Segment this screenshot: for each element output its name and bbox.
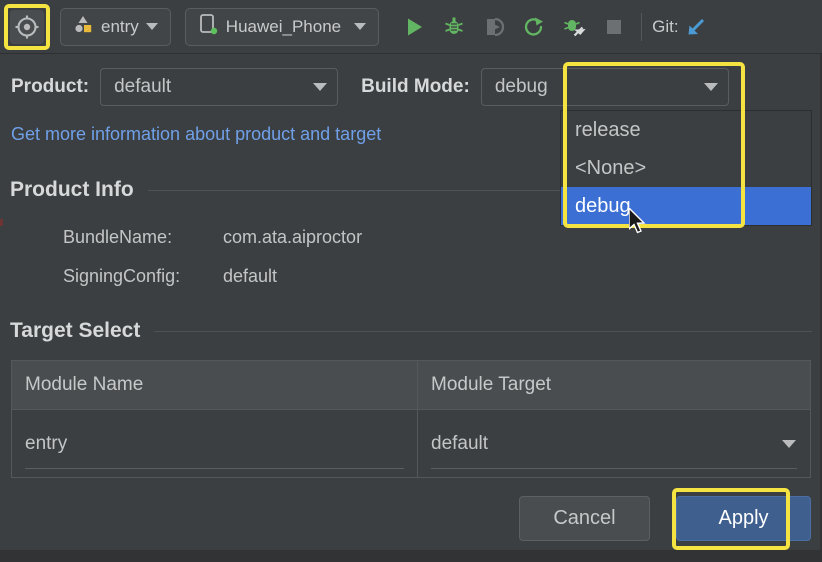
signing-config-row: SigningConfig: default — [63, 266, 277, 287]
module-target-value: default — [431, 432, 489, 454]
attach-debugger-button[interactable] — [557, 10, 591, 44]
chevron-down-icon[interactable] — [313, 83, 328, 91]
table-row[interactable]: entry default — [12, 410, 810, 477]
refresh-arrow-icon — [524, 17, 544, 36]
product-label: Product: — [11, 76, 90, 97]
dropdown-option-none[interactable]: <None> — [561, 149, 811, 187]
chevron-down-icon[interactable] — [703, 83, 718, 91]
target-crosshair-icon[interactable] — [10, 9, 44, 44]
bundle-name-value: com.ata.aiproctor — [223, 227, 363, 247]
bundle-name-row: BundleName: com.ata.aiproctor — [63, 227, 362, 248]
target-selector-button[interactable] — [0, 0, 54, 54]
module-name-value: entry — [25, 432, 68, 454]
target-select-table: Module Name Module Target entry default — [11, 360, 811, 478]
build-mode-label: Build Mode: — [361, 76, 470, 97]
coverage-shield-icon — [487, 17, 505, 36]
column-header-module-target: Module Target — [417, 361, 810, 409]
module-entry-icon — [72, 13, 94, 40]
module-selector-combo[interactable]: entry — [60, 7, 171, 46]
section-divider — [154, 330, 812, 332]
cell-underline — [25, 468, 404, 469]
git-update-button[interactable] — [679, 10, 713, 44]
apply-button[interactable]: Apply — [676, 496, 811, 541]
build-mode-dropdown-list: release <None> debug — [560, 110, 812, 226]
build-mode-select-value: debug — [494, 76, 548, 97]
stop-square-icon — [607, 19, 622, 34]
bug-attach-icon — [564, 19, 586, 36]
cancel-button[interactable]: Cancel — [519, 496, 650, 541]
cell-module-name: entry — [12, 410, 417, 477]
run-button[interactable] — [397, 10, 431, 44]
product-build-mode-row: Product: default Build Mode: debug — [0, 62, 822, 112]
build-mode-select[interactable]: debug — [480, 68, 729, 106]
bundle-name-key: BundleName: — [63, 227, 173, 247]
toolbar-divider — [641, 12, 643, 41]
product-info-title: Product Info — [10, 178, 134, 201]
mouse-cursor — [628, 206, 649, 243]
debug-button[interactable] — [437, 10, 471, 44]
module-selector-label: entry — [101, 16, 139, 36]
product-select-value: default — [114, 76, 172, 97]
main-toolbar: entry Huawei_Phone Git: — [0, 0, 822, 54]
phone-device-icon — [197, 12, 219, 41]
dropdown-option-debug[interactable]: debug — [561, 187, 811, 225]
device-selector-combo[interactable]: Huawei_Phone — [184, 7, 380, 46]
rerun-button[interactable] — [517, 10, 551, 44]
bug-icon — [445, 17, 463, 34]
device-selector-label: Huawei_Phone — [225, 16, 342, 36]
chevron-down-icon[interactable] — [145, 23, 158, 30]
product-target-settings-panel: entry Huawei_Phone Git: Product: default… — [0, 0, 822, 562]
product-select[interactable]: default — [100, 68, 339, 106]
cell-module-target[interactable]: default — [417, 410, 810, 477]
signing-config-key: SigningConfig: — [63, 266, 181, 286]
window-bottom-strip — [0, 550, 822, 562]
play-triangle-icon — [408, 18, 423, 35]
chevron-down-icon[interactable] — [354, 23, 367, 30]
run-with-coverage-button[interactable] — [477, 10, 511, 44]
cell-underline — [431, 468, 797, 469]
target-select-title: Target Select — [10, 319, 141, 342]
signing-config-value: default — [223, 266, 278, 286]
git-update-arrow-icon — [688, 18, 704, 34]
chevron-down-icon[interactable] — [782, 439, 796, 448]
error-marker — [0, 219, 3, 226]
target-select-section-header: Target Select — [10, 319, 812, 343]
table-header: Module Name Module Target — [12, 361, 810, 410]
dropdown-option-release[interactable]: release — [561, 111, 811, 149]
product-target-info-link[interactable]: Get more information about product and t… — [11, 124, 381, 145]
column-header-module-name: Module Name — [25, 374, 144, 395]
git-label: Git: — [652, 16, 679, 36]
stop-button[interactable] — [597, 10, 631, 44]
